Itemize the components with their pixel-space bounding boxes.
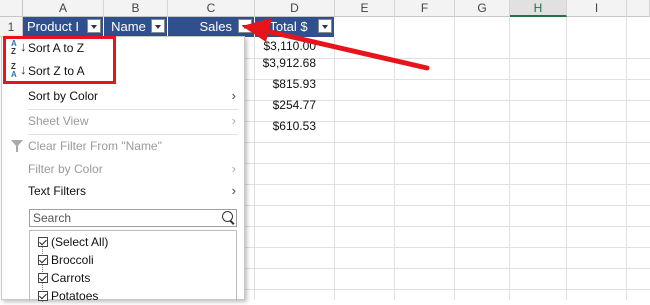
chevron-right-icon: › [231, 113, 236, 128]
list-item-label: Broccoli [51, 253, 94, 267]
list-item-label: (Select All) [51, 235, 109, 249]
list-item-label: Potatoes [51, 289, 99, 303]
column-header-a[interactable]: A [23, 0, 104, 17]
select-all-corner[interactable] [0, 0, 23, 17]
list-item-label: Carrots [51, 271, 91, 285]
menu-item-sheet-view: Sheet View › [2, 110, 244, 132]
header-sales-label: Sales [199, 19, 232, 34]
column-header-g[interactable]: G [455, 0, 510, 17]
menu-item-filter-by-color: Filter by Color › [2, 158, 244, 180]
menu-item-text-filters[interactable]: Text Filters › [2, 180, 244, 202]
total-cell[interactable]: $610.53 [255, 116, 320, 137]
total-cell[interactable]: $3,912.68 [255, 53, 320, 74]
menu-item-clear-filter: Clear Filter From "Name" [2, 135, 244, 157]
menu-item-sort-by-color[interactable]: Sort by Color › [2, 85, 244, 107]
chevron-right-icon: › [231, 88, 236, 103]
filter-search-input[interactable]: Search [29, 209, 237, 227]
column-header-i[interactable]: I [567, 0, 627, 17]
search-placeholder: Search [33, 211, 72, 225]
header-name-label: Name [111, 19, 146, 34]
header-total-label: Total $ [269, 19, 308, 34]
column-header-b[interactable]: B [104, 0, 168, 17]
filter-by-color-label: Filter by Color [28, 162, 103, 176]
checkbox-checked[interactable] [38, 237, 48, 247]
total-cell[interactable]: $254.77 [255, 95, 320, 116]
column-header-h[interactable]: H [510, 0, 567, 17]
clear-filter-icon [11, 140, 23, 152]
chevron-right-icon: › [231, 161, 236, 176]
filter-dropdown-button[interactable] [87, 19, 101, 33]
highlight-box [3, 36, 116, 84]
header-cell-sales[interactable]: Sales [168, 17, 255, 37]
filter-dropdown-button[interactable] [151, 19, 165, 33]
sort-by-color-label: Sort by Color [28, 89, 99, 103]
column-header-c[interactable]: C [168, 0, 255, 17]
checkbox-checked[interactable] [38, 255, 48, 265]
column-header-j[interactable] [627, 0, 650, 17]
list-item[interactable]: Potatoes [38, 287, 99, 305]
filter-values-list[interactable]: (Select All) Broccoli Carrots Potatoes [29, 230, 237, 303]
row-header-1[interactable]: 1 [0, 17, 23, 37]
list-item[interactable]: Carrots [38, 269, 91, 287]
list-item-select-all[interactable]: (Select All) [38, 233, 109, 251]
filter-dropdown-button[interactable] [318, 19, 332, 33]
column-header-d[interactable]: D [255, 0, 335, 17]
header-cell-total[interactable]: Total $ [255, 17, 335, 37]
clear-filter-label: Clear Filter From "Name" [28, 139, 162, 153]
search-icon [222, 211, 233, 222]
header-product-label: Product I [27, 19, 80, 34]
filter-dropdown-button[interactable] [238, 19, 252, 33]
column-header-f[interactable]: F [395, 0, 455, 17]
sheet-view-label: Sheet View [28, 114, 89, 128]
total-cell[interactable]: $815.93 [255, 74, 320, 95]
text-filters-label: Text Filters [28, 184, 87, 198]
list-item[interactable]: Broccoli [38, 251, 94, 269]
checkbox-checked[interactable] [38, 273, 48, 283]
header-cell-product-id[interactable]: Product I [23, 17, 104, 37]
column-header-e[interactable]: E [335, 0, 395, 17]
header-cell-name[interactable]: Name [104, 17, 168, 37]
chevron-right-icon: › [231, 183, 236, 198]
